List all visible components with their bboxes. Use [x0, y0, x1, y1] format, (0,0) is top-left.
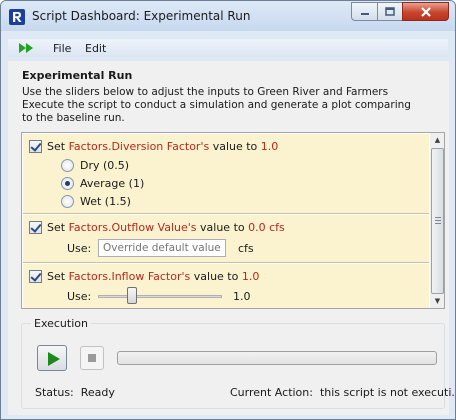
scrollbar-thumb[interactable] [431, 148, 444, 294]
set-prefix: Set [47, 140, 69, 153]
vertical-scrollbar[interactable]: ▲ ▼ [430, 133, 444, 308]
radio-wet-button[interactable] [61, 195, 74, 208]
inflow-slider-track[interactable] [98, 295, 222, 298]
status-label: Status: [35, 386, 74, 399]
current-action-label: Current Action: [230, 386, 313, 399]
outflow-value-set-line: Set Factors.Outflow Value's value to 0.0… [47, 221, 285, 234]
close-button[interactable] [402, 2, 449, 21]
dashboard-description: Use the sliders below to adjust the inpu… [22, 86, 442, 125]
current-action-readout: Current Action: this script is not execu… [230, 386, 456, 399]
scroll-down-arrow-icon[interactable]: ▼ [430, 294, 444, 308]
outflow-value-checkbox[interactable] [29, 221, 42, 234]
script-dashboard-window: Script Dashboard: Experimental Run File … [0, 0, 456, 420]
description-line: Execute the script to conduct a simulati… [22, 99, 411, 111]
inputs-scroll-panel[interactable]: Set Factors.Diversion Factor's value to … [21, 132, 445, 309]
set-value: 1.0 [260, 140, 279, 153]
minimize-button[interactable] [351, 2, 378, 21]
slot-name: Factors.Outflow Value's [68, 221, 197, 234]
description-line: Use the sliders below to adjust the inpu… [22, 86, 389, 98]
inflow-use-label: Use: [67, 290, 92, 303]
outflow-use-label: Use: [67, 242, 92, 255]
status-value: Ready [80, 386, 115, 399]
diversion-factor-set-line: Set Factors.Diversion Factor's value to … [47, 140, 278, 153]
set-middle: value to [196, 221, 249, 234]
set-middle: value to [209, 140, 261, 153]
slot-name: Factors.Inflow Factor's [68, 270, 191, 283]
outflow-override-input[interactable] [98, 239, 226, 257]
menu-edit[interactable]: Edit [85, 42, 106, 55]
radio-wet[interactable]: Wet (1.5) [61, 195, 181, 209]
scroll-up-arrow-icon[interactable]: ▲ [430, 133, 444, 147]
maximize-button[interactable] [377, 2, 403, 21]
dashboard-heading: Experimental Run [22, 69, 133, 82]
slot-name: Factors.Diversion Factor's [68, 140, 210, 153]
menu-bar: File Edit [8, 39, 448, 57]
radio-wet-label: Wet (1.5) [80, 195, 131, 208]
execution-progress-bar [117, 351, 437, 365]
run-fast-forward-icon[interactable] [18, 42, 34, 54]
execution-group-label: Execution [31, 317, 91, 330]
set-prefix: Set [47, 270, 69, 283]
radio-average[interactable]: Average (1) [61, 177, 181, 191]
radio-dry-label: Dry (0.5) [80, 159, 130, 172]
current-action-value: this script is not executi... [319, 386, 456, 399]
run-script-button[interactable] [37, 345, 67, 371]
stop-script-button[interactable] [80, 346, 104, 370]
title-bar[interactable]: Script Dashboard: Experimental Run [1, 1, 455, 31]
radio-average-label: Average (1) [80, 177, 145, 190]
inflow-slider-thumb[interactable] [126, 287, 137, 304]
radio-dry[interactable]: Dry (0.5) [61, 159, 181, 173]
inflow-factor-set-line: Set Factors.Inflow Factor's value to 1.0 [47, 270, 259, 283]
outflow-unit: cfs [238, 242, 254, 255]
set-value: 0.0 cfs [248, 221, 285, 234]
set-middle: value to [190, 270, 242, 283]
outflow-value-section: Set Factors.Outflow Value's value to 0.0… [23, 215, 429, 263]
inflow-slider-value: 1.0 [233, 290, 251, 303]
riverware-app-icon [9, 9, 25, 25]
minimize-icon [360, 12, 369, 15]
menu-file[interactable]: File [53, 42, 71, 55]
set-prefix: Set [47, 221, 69, 234]
maximize-icon [385, 7, 395, 16]
status-readout: Status: Ready [35, 386, 115, 399]
radio-average-button[interactable] [61, 177, 74, 190]
close-icon [420, 6, 431, 17]
description-line: to the baseline run. [22, 112, 125, 124]
inflow-factor-checkbox[interactable] [29, 270, 42, 283]
radio-dry-button[interactable] [61, 159, 74, 172]
dashboard-content: Experimental Run Use the sliders below t… [8, 61, 455, 415]
set-value: 1.0 [241, 270, 260, 283]
window-title: Script Dashboard: Experimental Run [32, 9, 251, 23]
diversion-factor-checkbox[interactable] [29, 140, 42, 153]
inflow-factor-section: Set Factors.Inflow Factor's value to 1.0… [23, 264, 429, 308]
grip-icon [435, 217, 441, 224]
diversion-factor-section: Set Factors.Diversion Factor's value to … [23, 134, 429, 214]
